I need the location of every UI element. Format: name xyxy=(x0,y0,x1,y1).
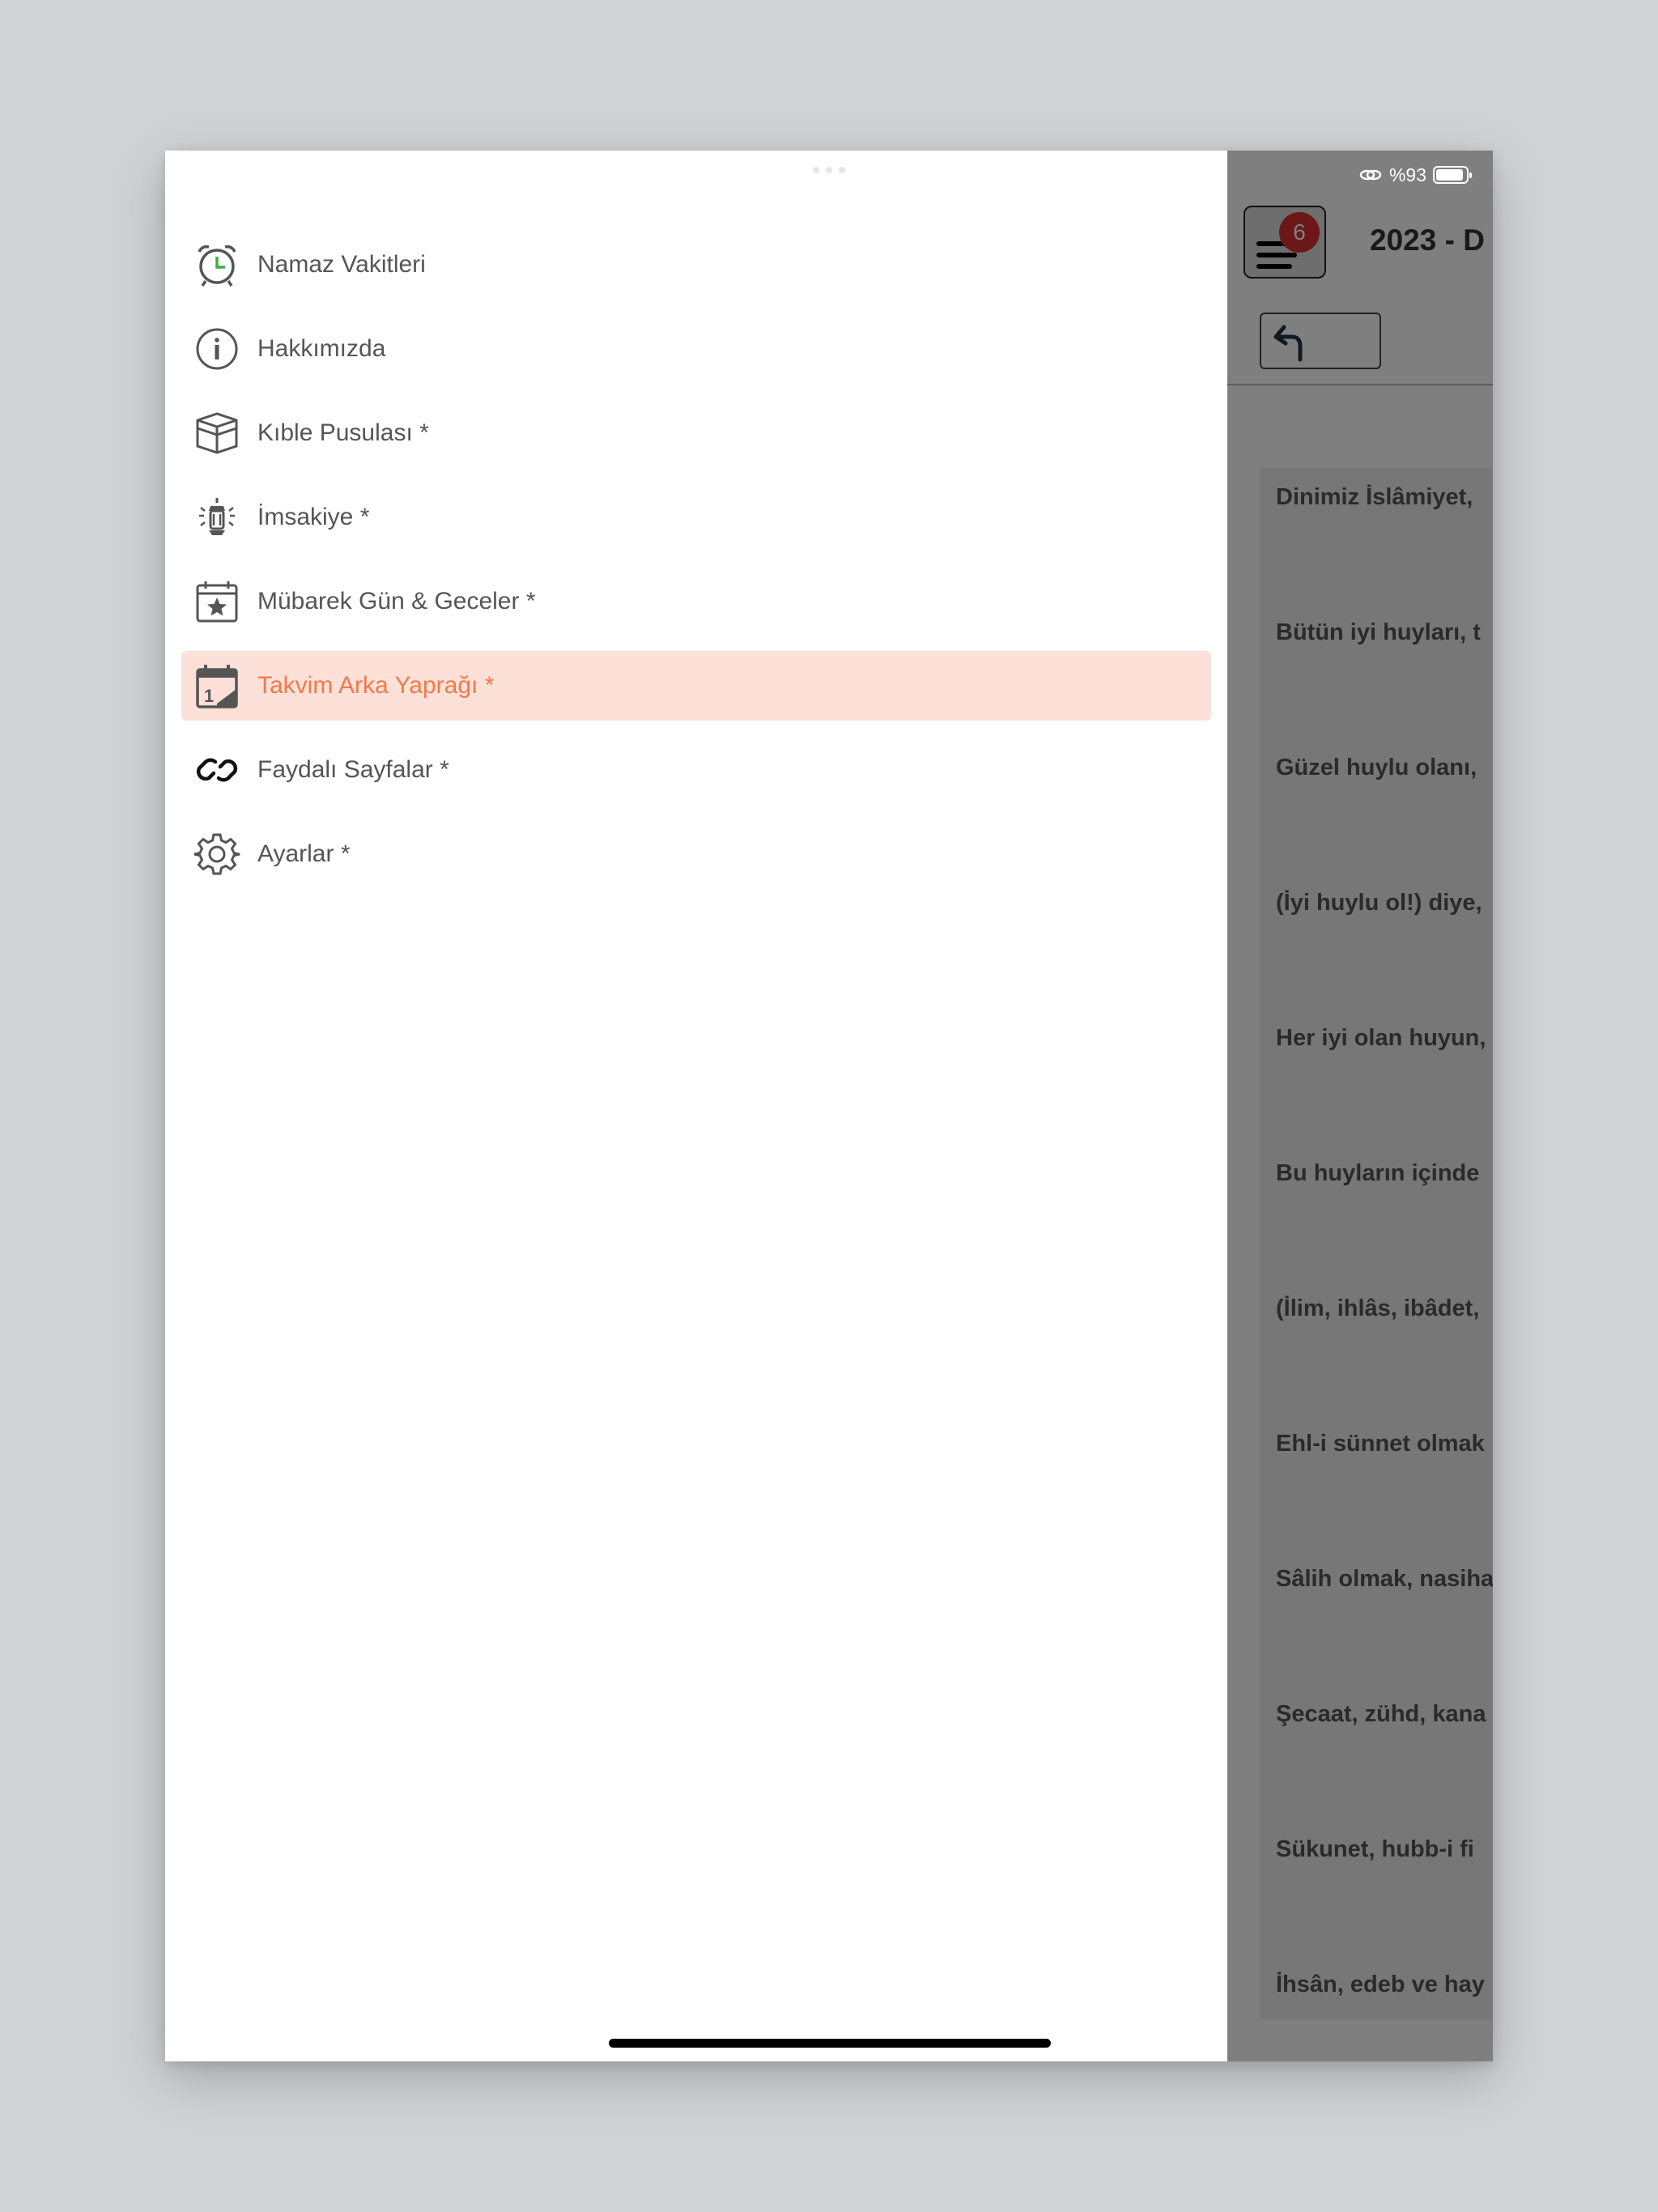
calendar-star-icon xyxy=(193,577,241,626)
drawer-item-label: İmsakiye * xyxy=(257,504,370,530)
drawer-item-mübarek-gün-geceler[interactable]: Mübarek Gün & Geceler * xyxy=(181,567,1211,636)
content-item[interactable]: (İlim, ihlâs, ibâdet, xyxy=(1276,1295,1479,1322)
content-item[interactable]: Her iyi olan huyun, xyxy=(1276,1025,1486,1052)
lantern-icon xyxy=(193,493,241,542)
notification-badge: 6 xyxy=(1279,212,1320,253)
drag-handle[interactable] xyxy=(813,167,845,173)
content-item[interactable]: Bu huyların içinde xyxy=(1276,1160,1479,1187)
battery-icon xyxy=(1433,166,1472,184)
page-title: 2023 - D xyxy=(1370,223,1485,257)
content-list xyxy=(1260,468,1493,2019)
drawer-item-namaz-vakitleri[interactable]: Namaz Vakitleri xyxy=(181,230,1211,300)
kaaba-icon xyxy=(193,409,241,457)
content-item[interactable]: (İyi huylu ol!) diye, xyxy=(1276,890,1482,917)
drawer-item-label: Kıble Pusulası * xyxy=(257,419,429,446)
navigation-drawer: Namaz Vakitleri Hakkımızda Kıble Pusulası … xyxy=(165,151,1227,2061)
back-button[interactable] xyxy=(1260,313,1381,369)
drawer-item-kıble-pusulası[interactable]: Kıble Pusulası * xyxy=(181,398,1211,468)
info-icon xyxy=(193,325,241,373)
content-item[interactable]: Bütün iyi huyları, t xyxy=(1276,619,1481,646)
menu-bar-icon xyxy=(1256,253,1297,257)
content-item[interactable]: Şecaat, zühd, kana xyxy=(1276,1701,1486,1728)
gear-icon xyxy=(193,830,241,878)
drawer-item-label: Hakkımızda xyxy=(257,335,386,362)
svg-text:1: 1 xyxy=(204,686,214,706)
drawer-item-label: Takvim Arka Yaprağı * xyxy=(257,672,495,699)
content-item[interactable]: Sâlih olmak, nasiha xyxy=(1276,1566,1493,1593)
drawer-item-label: Ayarlar * xyxy=(257,840,351,867)
content-item[interactable]: Güzel huylu olanı, xyxy=(1276,755,1477,781)
content-item[interactable]: Sükunet, hubb-i fi xyxy=(1276,1836,1474,1863)
drawer-item-label: Namaz Vakitleri xyxy=(257,251,426,278)
drawer-item-label: Mübarek Gün & Geceler * xyxy=(257,588,536,615)
alarm-clock-icon xyxy=(193,240,241,289)
link-icon xyxy=(193,746,241,794)
hamburger-menu-button[interactable]: 6 xyxy=(1244,206,1326,279)
drawer-item-ayarlar[interactable]: Ayarlar * xyxy=(181,819,1211,889)
status-bar: %93 xyxy=(1358,159,1472,191)
drawer-item-hakkımızda[interactable]: Hakkımızda xyxy=(181,314,1211,384)
battery-percentage: %93 xyxy=(1388,164,1426,185)
content-item[interactable]: Dinimiz İslâmiyet, xyxy=(1276,484,1473,511)
calendar-page-icon: 1 xyxy=(193,661,241,710)
drawer-item-label: Faydalı Sayfalar * xyxy=(257,756,449,783)
content-item[interactable]: Ehl-i sünnet olmak xyxy=(1276,1431,1485,1457)
back-arrow-icon xyxy=(1273,325,1303,362)
ipad-screen: 6 2023 - D Dinimiz İslâmiyet, Bütün iyi h… xyxy=(165,151,1493,2061)
menu-bar-icon xyxy=(1256,264,1292,269)
drawer-item-i-msakiye[interactable]: İmsakiye * xyxy=(181,483,1211,552)
drawer-item-faydalı-sayfalar[interactable]: Faydalı Sayfalar * xyxy=(181,735,1211,805)
home-indicator[interactable] xyxy=(609,2039,1051,2048)
content-item[interactable]: İhsân, edeb ve hay xyxy=(1276,1972,1485,1998)
link-status-icon xyxy=(1359,169,1382,181)
drawer-item-takvim-arka-yaprağı[interactable]: 1 Takvim Arka Yaprağı * xyxy=(181,651,1211,721)
